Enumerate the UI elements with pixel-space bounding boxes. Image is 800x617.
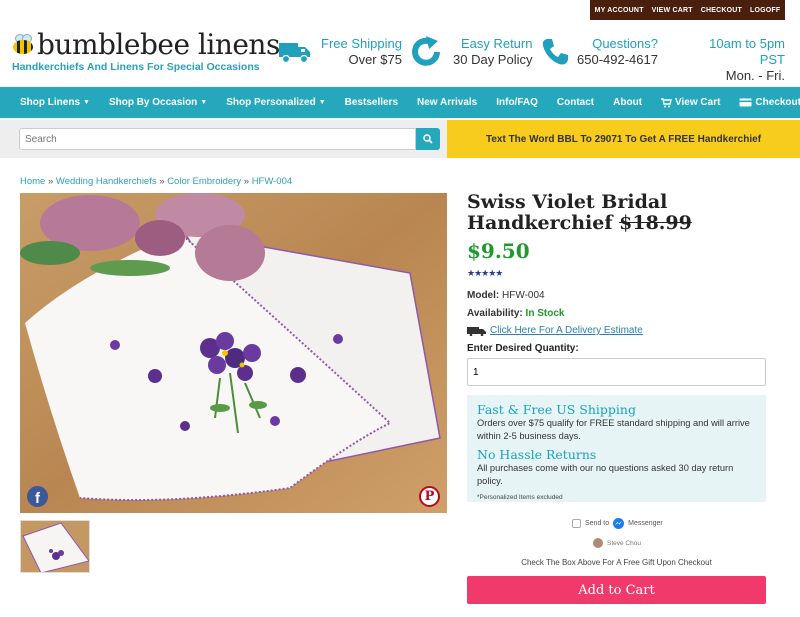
nav-shop-by-occasion[interactable]: Shop By Occasion ▼ [109,97,207,108]
nav-bestsellers[interactable]: Bestsellers [345,97,398,108]
return-subline: 30 Day Policy [453,52,533,67]
shipping-subline: Over $75 [348,52,402,67]
availability-label: Availability: [467,308,523,319]
search-icon [423,134,433,144]
messenger-checkbox[interactable] [572,519,581,528]
availability-info: Availability: In Stock [467,308,564,319]
delivery-estimate-link[interactable]: Click Here For A Delivery Estimate [467,325,643,336]
nav-contact[interactable]: Contact [557,97,594,108]
chevron-down-icon: ▼ [318,99,326,106]
facebook-share-icon[interactable]: f [27,486,48,507]
view-cart-link[interactable]: VIEW CART [652,7,693,14]
breadcrumb-color-embroidery[interactable]: Color Embroidery [167,176,241,187]
shipping-returns-box: Fast & Free US Shipping Orders over $75 … [467,395,766,502]
chevron-down-icon: ▼ [83,99,90,106]
credit-card-icon [739,98,752,107]
shipping-text: Orders over $75 qualify for FREE standar… [477,418,750,441]
star-rating[interactable]: ★★★★★ [467,268,503,279]
hours-days: Mon. - Fri. [725,68,785,83]
nav-new-arrivals[interactable]: New Arrivals [417,97,477,108]
search-button[interactable] [416,128,440,150]
cart-icon [661,97,672,107]
checkout-link[interactable]: CHECKOUT [701,7,742,14]
breadcrumb-wedding-handkerchiefs[interactable]: Wedding Handkerchiefs [56,176,157,187]
search-bar [0,120,447,158]
pinterest-share-icon[interactable]: P [419,486,440,507]
personalized-note: *Personalized Items excluded [477,494,563,501]
returns-heading: No Hassle Returns [477,447,597,462]
chevron-down-icon: ▼ [200,99,208,106]
messenger-user: Steve Chou [593,538,641,548]
return-headline: Easy Return [460,36,533,51]
messenger-optin: Send to Messenger [572,518,663,529]
breadcrumb-current[interactable]: HFW-004 [252,176,292,187]
send-to-label: Send to [585,520,610,527]
product-title-line1: Swiss Violet Bridal [467,191,668,213]
easy-return-info: Easy Return 30 Day Policy [408,36,532,68]
main-nav: Shop Linens ▼ Shop By Occasion ▼ Shop Pers… [0,87,800,118]
nav-view-cart[interactable]: View Cart [661,97,720,108]
old-price: $18.99 [619,212,692,234]
phone-icon [537,37,573,67]
phone-number[interactable]: 650-492-4617 [577,52,658,68]
nav-shop-personalized[interactable]: Shop Personalized ▼ [226,97,325,108]
quantity-label: Enter Desired Quantity: [467,343,579,354]
model-info: Model: HFW-004 [467,290,545,301]
business-hours: 10am to 5pm PST Mon. - Fri. [688,36,785,84]
gift-note: Check The Box Above For A Free Gift Upon… [521,558,712,567]
messenger-icon [613,518,625,529]
logoff-link[interactable]: LOGOFF [750,7,780,14]
model-label: Model: [467,290,500,301]
return-arrow-icon [408,36,444,67]
account-bar: MY ACCOUNT VIEW CART CHECKOUT LOGOFF [590,0,785,20]
nav-checkout[interactable]: Checkout [739,97,800,108]
questions-info: Questions? 650-492-4617 [537,36,658,68]
availability-value: In Stock [525,308,565,319]
nav-about[interactable]: About [613,97,642,108]
product-main-image[interactable]: f P [20,193,447,513]
delivery-truck-icon [467,326,486,336]
breadcrumb-home[interactable]: Home [20,176,45,187]
search-input[interactable] [19,128,416,150]
product-price: $9.50 [467,239,530,263]
shipping-headline: Free Shipping [321,36,402,51]
delivery-estimate: Click Here For A Delivery Estimate [467,325,643,336]
logo-tagline: Handkerchiefs And Linens For Special Occ… [12,61,260,73]
messenger-username[interactable]: Steve Chou [607,540,641,547]
handkerchief-photo [20,193,447,513]
breadcrumb-separator: » [159,176,165,187]
truck-icon [277,37,313,67]
hours-headline: 10am to 5pm PST [709,36,785,67]
breadcrumb-separator: » [47,176,54,187]
product-title: Swiss Violet Bridal Handkerchief $18.99 [467,192,787,234]
breadcrumb-separator: » [243,176,250,187]
product-title-line2: Handkerchief [467,212,613,234]
my-account-link[interactable]: MY ACCOUNT [595,7,644,14]
free-shipping-info: Free Shipping Over $75 [277,36,402,68]
messenger-label: Messenger [628,520,663,527]
returns-text: All purchases come with our no questions… [477,463,734,486]
product-thumbnail[interactable] [20,520,90,573]
bee-icon [9,34,35,56]
nav-info-faq[interactable]: Info/FAQ [496,97,538,108]
avatar [593,538,603,548]
shipping-heading: Fast & Free US Shipping [477,402,636,417]
sms-promo-banner[interactable]: Text The Word BBL To 29071 To Get A FREE… [447,120,800,158]
model-value: HFW-004 [502,290,545,301]
quantity-input[interactable] [467,358,766,386]
site-logo[interactable]: bumblebee linens Handkerchiefs And Linen… [9,28,280,74]
breadcrumb: Home » Wedding Handkerchiefs » Color Emb… [20,176,292,187]
questions-headline: Questions? [592,36,658,51]
logo-text: bumblebee linens [37,28,280,61]
nav-shop-linens[interactable]: Shop Linens ▼ [20,97,90,108]
add-to-cart-button[interactable]: Add to Cart [467,576,766,604]
